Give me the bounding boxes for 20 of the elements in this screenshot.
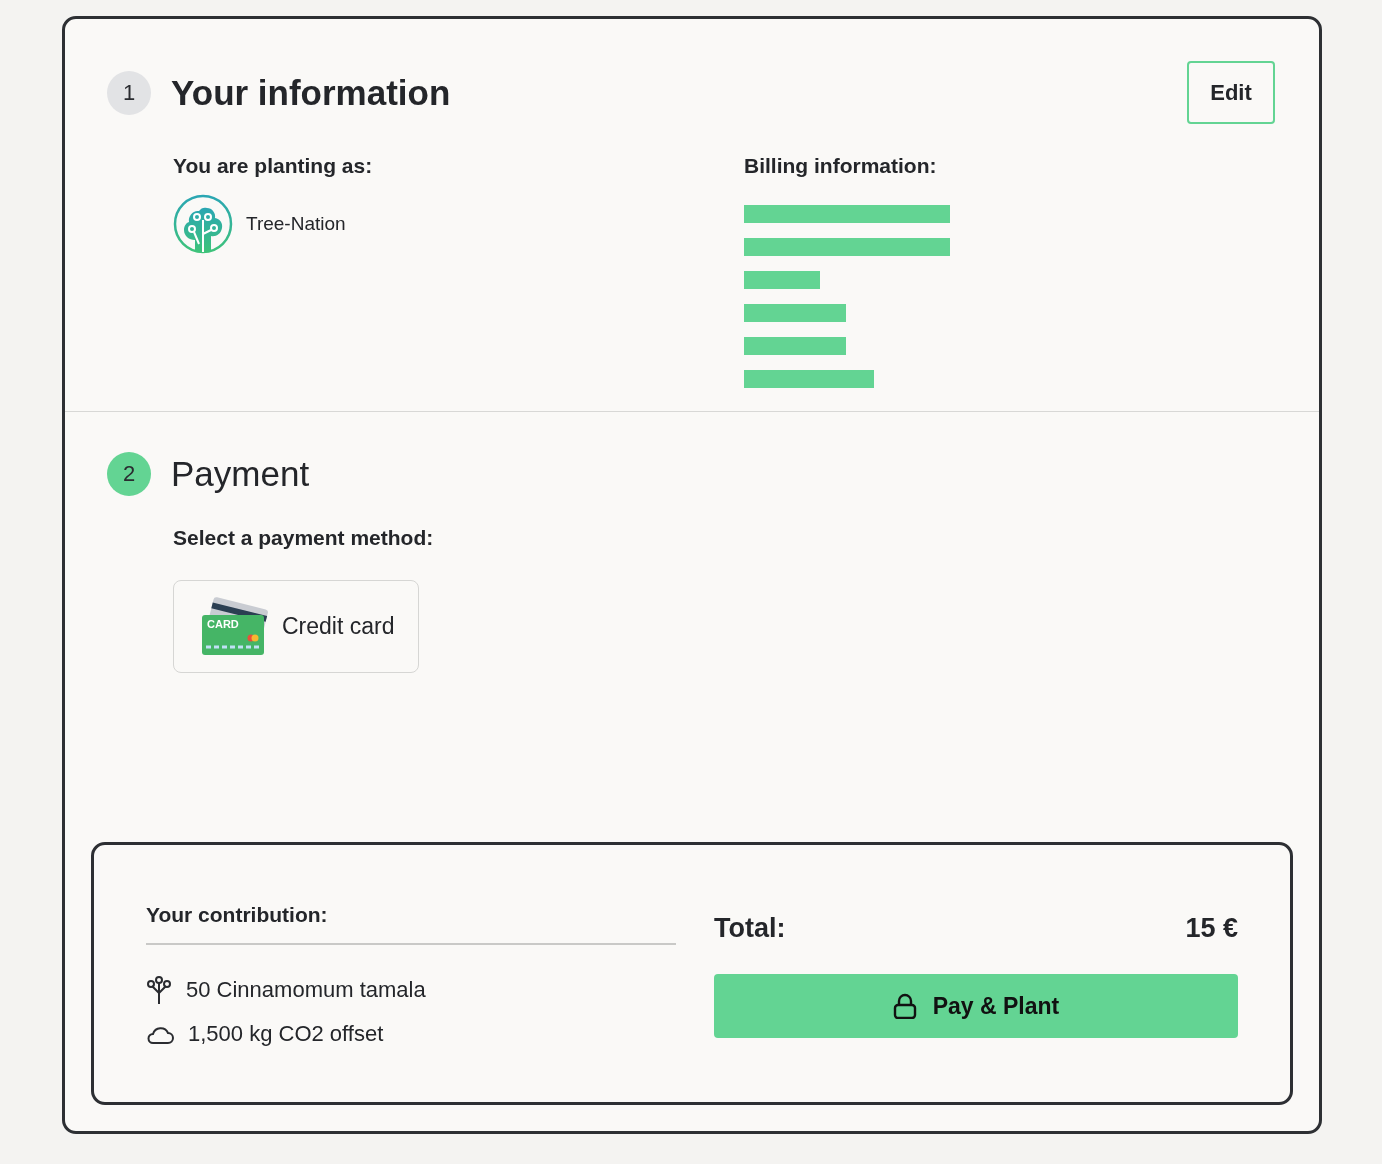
contribution-item: 50 Cinnamomum tamala [186, 977, 426, 1003]
total-label: Total: [714, 913, 786, 944]
sprout-icon [146, 975, 172, 1005]
step-number: 1 [107, 70, 151, 115]
step-number: 2 [107, 452, 151, 496]
credit-card-option[interactable]: CARD Credit card [173, 580, 419, 673]
edit-button[interactable]: Edit [1187, 61, 1275, 124]
billing-label: Billing information: [744, 154, 938, 178]
section-title: Payment [171, 454, 311, 494]
organization-name: Tree-Nation [246, 213, 346, 235]
pay-button[interactable]: Pay & Plant [714, 974, 1238, 1038]
section-title: Your information [171, 72, 452, 113]
planting-as-label: You are planting as: [173, 154, 374, 178]
lock-icon [892, 993, 917, 1019]
contribution-item: 1,500 kg CO2 offset [188, 1021, 384, 1047]
contribution-label: Your contribution: [146, 903, 676, 945]
payment-method-label: Select a payment method: [173, 526, 435, 550]
total-amount: 15 € [1185, 913, 1238, 944]
cloud-icon [146, 1024, 174, 1044]
tree-logo-icon [173, 194, 233, 254]
